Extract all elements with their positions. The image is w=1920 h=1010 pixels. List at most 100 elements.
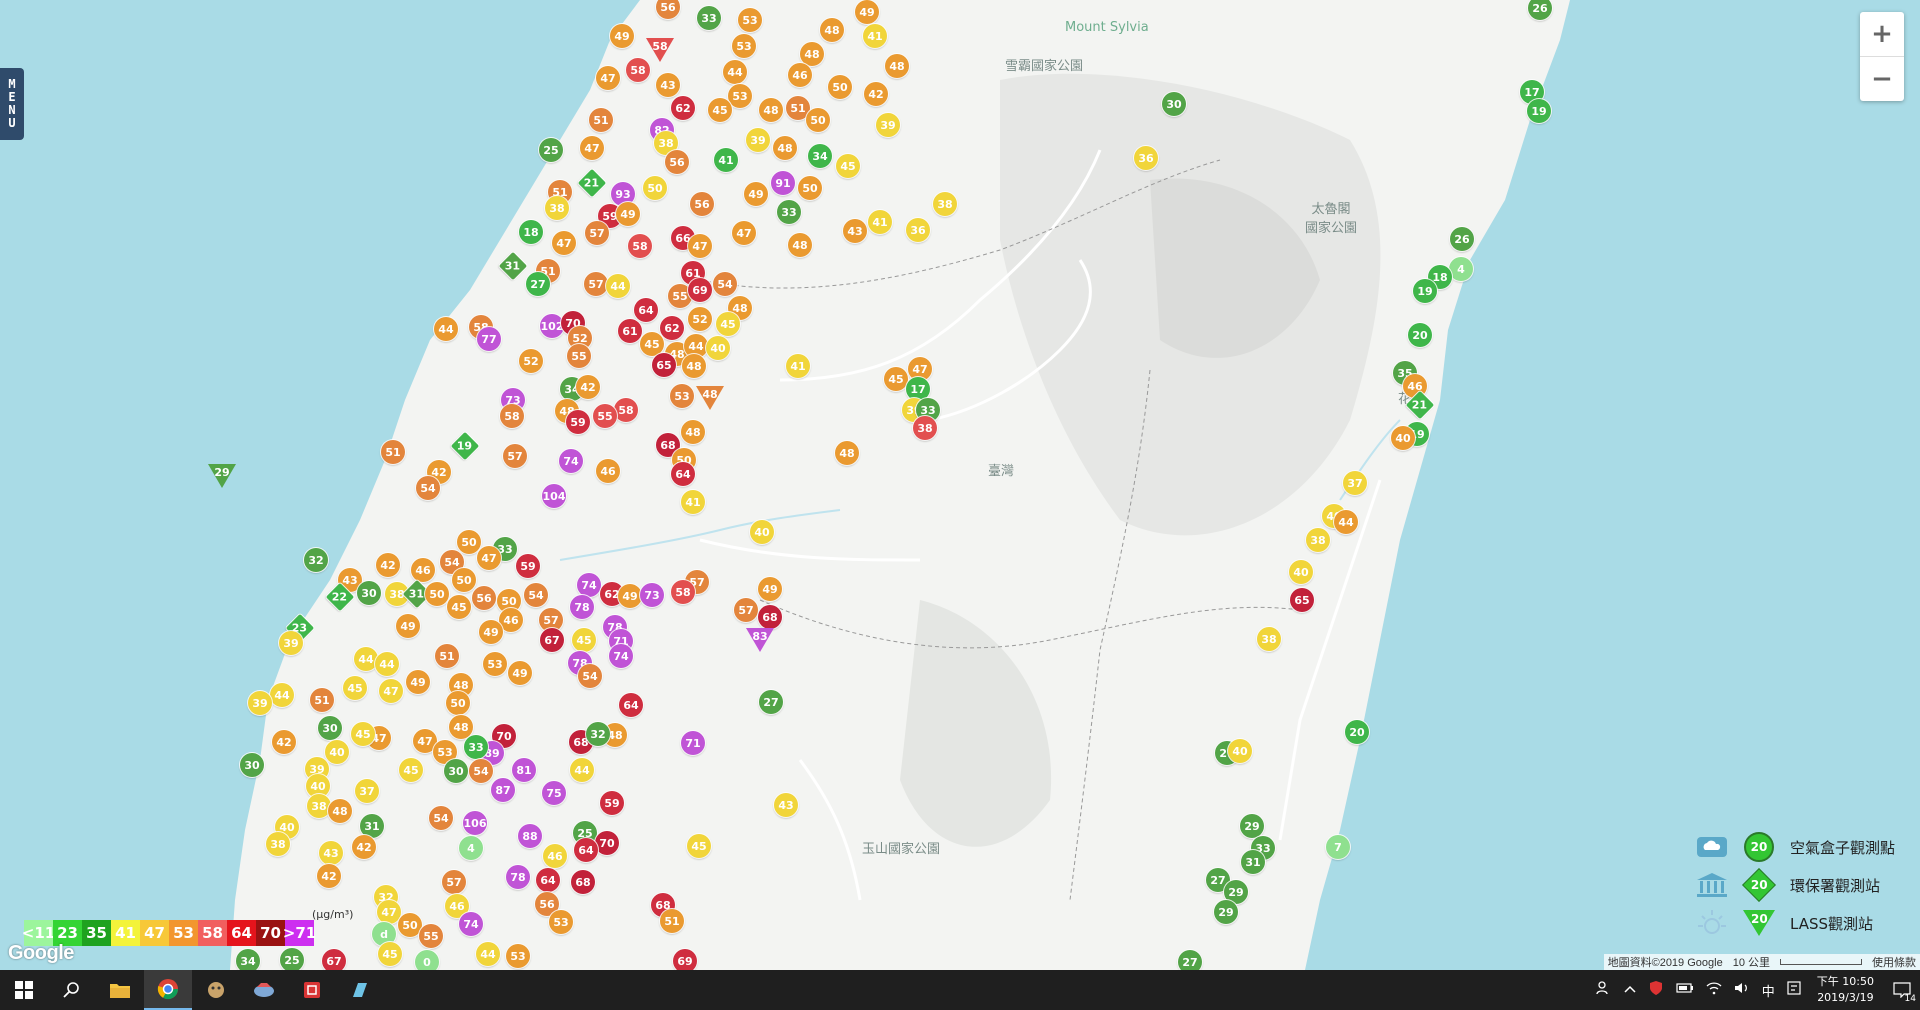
airbox-marker[interactable]: 64 [634,298,658,322]
airbox-marker[interactable]: 39 [248,691,272,715]
security-icon[interactable] [1642,980,1670,1000]
airbox-marker[interactable]: 44 [723,60,747,84]
airbox-marker[interactable]: 26 [1450,227,1474,251]
airbox-marker[interactable]: 46 [543,844,567,868]
airbox-marker[interactable]: 53 [670,384,694,408]
airbox-marker[interactable]: 45 [884,367,908,391]
airbox-marker[interactable]: 40 [1391,426,1415,450]
airbox-marker[interactable]: 50 [798,176,822,200]
airbox-marker[interactable]: 65 [652,353,676,377]
windows-start-icon[interactable] [0,970,48,1010]
airbox-marker[interactable]: 47 [596,66,620,90]
airbox-marker[interactable]: 38 [933,192,957,216]
airbox-marker[interactable]: 48 [820,18,844,42]
airbox-marker[interactable]: 43 [774,793,798,817]
airbox-marker[interactable]: 56 [472,586,496,610]
airbox-marker[interactable]: 38 [307,794,331,818]
airbox-marker[interactable]: 33 [697,6,721,30]
airbox-marker[interactable]: 46 [411,558,435,582]
airbox-marker[interactable]: 36 [906,218,930,242]
wifi-icon[interactable] [1700,981,1728,999]
airbox-marker[interactable]: 47 [377,900,401,924]
airbox-marker[interactable]: 51 [310,688,334,712]
airbox-marker[interactable]: 78 [506,865,530,889]
airbox-marker[interactable]: 67 [540,628,564,652]
airbox-marker[interactable]: 48 [759,98,783,122]
airbox-marker[interactable]: 33 [777,200,801,224]
airbox-marker[interactable]: 49 [610,24,634,48]
app-icon-4[interactable] [336,970,384,1010]
airbox-marker[interactable]: 49 [744,182,768,206]
airbox-marker[interactable]: 59 [566,410,590,434]
battery-icon[interactable] [1670,982,1700,998]
volume-icon[interactable] [1728,981,1756,999]
airbox-marker[interactable]: 68 [758,605,782,629]
airbox-marker[interactable]: 4 [1449,257,1473,281]
airbox-marker[interactable]: 59 [516,554,540,578]
airbox-marker[interactable]: 54 [416,476,440,500]
app-icon-2[interactable] [240,970,288,1010]
airbox-marker[interactable]: 43 [319,841,343,865]
ime-indicator[interactable]: 中 [1756,981,1781,1000]
airbox-marker[interactable]: 38 [545,196,569,220]
airbox-marker[interactable]: 48 [682,354,706,378]
airbox-marker[interactable]: 45 [343,676,367,700]
airbox-marker[interactable]: 55 [567,344,591,368]
app-icon-3[interactable] [288,970,336,1010]
airbox-marker[interactable]: 50 [643,176,667,200]
airbox-marker[interactable]: 62 [671,96,695,120]
airbox-marker[interactable]: 57 [584,272,608,296]
airbox-marker[interactable]: 38 [266,832,290,856]
airbox-marker[interactable]: 69 [673,949,697,970]
airbox-marker[interactable]: 61 [618,319,642,343]
airbox-marker[interactable]: 74 [559,449,583,473]
airbox-marker[interactable]: 30 [1162,92,1186,116]
airbox-marker[interactable]: 49 [616,202,640,226]
airbox-marker[interactable]: 81 [512,758,536,782]
airbox-marker[interactable]: 45 [378,942,402,966]
airbox-marker[interactable]: 45 [687,834,711,858]
airbox-marker[interactable]: 49 [758,577,782,601]
airbox-marker[interactable]: 74 [609,644,633,668]
map-canvas[interactable]: Mount Sylvia雪霸國家公園太魯閣 國家公園臺灣玉山國家公園花蓮 563… [0,0,1920,970]
airbox-marker[interactable]: 4 [459,836,483,860]
airbox-marker[interactable]: 40 [325,740,349,764]
airbox-marker[interactable]: 53 [483,652,507,676]
airbox-marker[interactable]: 54 [524,583,548,607]
airbox-marker[interactable]: 49 [855,0,879,24]
menu-button[interactable]: MENU [0,68,24,140]
airbox-marker[interactable]: 19 [1413,279,1437,303]
airbox-marker[interactable]: 50 [806,108,830,132]
airbox-marker[interactable]: 37 [1343,471,1367,495]
airbox-marker[interactable]: 56 [665,150,689,174]
airbox-marker[interactable]: 71 [681,731,705,755]
airbox-marker[interactable]: 47 [688,234,712,258]
airbox-marker[interactable]: 56 [690,192,714,216]
airbox-marker[interactable]: 46 [788,63,812,87]
airbox-marker[interactable]: 32 [586,722,610,746]
airbox-marker[interactable]: 19 [1527,99,1551,123]
airbox-marker[interactable]: 40 [706,336,730,360]
airbox-marker[interactable]: 0 [415,950,439,970]
airbox-marker[interactable]: 40 [750,520,774,544]
airbox-marker[interactable]: 7 [1326,835,1350,859]
airbox-marker[interactable]: 64 [619,693,643,717]
airbox-marker[interactable]: 53 [738,8,762,32]
airbox-marker[interactable]: 39 [746,128,770,152]
airbox-marker[interactable]: 48 [328,799,352,823]
airbox-marker[interactable]: 52 [519,349,543,373]
airbox-marker[interactable]: 30 [240,753,264,777]
airbox-marker[interactable]: 53 [549,910,573,934]
airbox-marker[interactable]: 44 [570,758,594,782]
airbox-marker[interactable]: 42 [272,730,296,754]
airbox-marker[interactable]: 65 [1290,588,1314,612]
chrome-icon[interactable] [144,970,192,1010]
airbox-marker[interactable]: 51 [589,108,613,132]
airbox-marker[interactable]: 57 [503,444,527,468]
airbox-marker[interactable]: 42 [317,864,341,888]
airbox-marker[interactable]: 44 [354,647,378,671]
file-explorer-icon[interactable] [96,970,144,1010]
airbox-marker[interactable]: 47 [477,546,501,570]
airbox-marker[interactable]: 64 [536,868,560,892]
airbox-marker[interactable]: 20 [1345,720,1369,744]
